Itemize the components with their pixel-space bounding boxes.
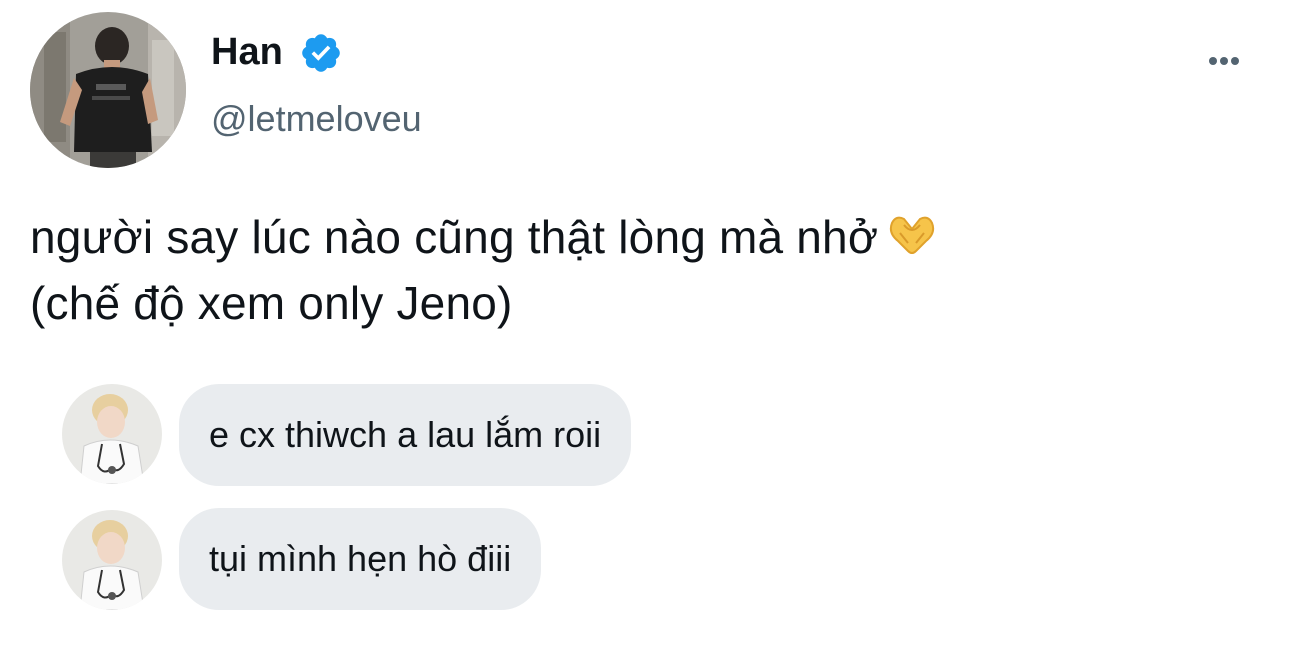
author-handle[interactable]: @letmeloveu [211,96,422,142]
message-text: e cx thiwch a lau lắm roii [209,414,602,455]
tweet-line-1: người say lúc nào cũng thật lòng mà nhở [30,204,938,270]
profile-photo-icon [62,384,162,484]
message-bubble[interactable]: tụi mình hẹn hò điii [179,508,542,610]
message-avatar[interactable] [62,384,162,484]
verified-badge-icon [302,34,340,72]
profile-photo-icon [62,510,162,610]
author-avatar[interactable] [30,12,186,168]
more-options-icon[interactable] [1196,44,1252,78]
tweet-text: người say lúc nào cũng thật lòng mà nhở … [30,204,938,336]
message-text: tụi mình hẹn hò điii [209,538,512,579]
author-display-name[interactable]: Han [211,28,283,76]
heart-hands-icon [890,216,935,254]
profile-photo-icon [30,12,186,168]
tweet-line-2: (chế độ xem only Jeno) [30,277,513,329]
message-avatar[interactable] [62,510,162,610]
tweet-line-1-text: người say lúc nào cũng thật lòng mà nhở [30,211,879,263]
message-bubble[interactable]: e cx thiwch a lau lắm roii [179,384,632,486]
